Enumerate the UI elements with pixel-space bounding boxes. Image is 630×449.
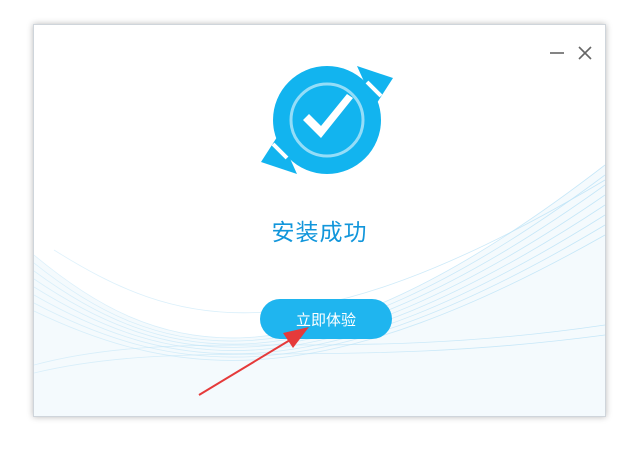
installer-window: 安装成功 立即体验 [33,24,606,417]
close-button[interactable] [575,43,595,63]
minimize-button[interactable] [547,43,567,63]
checkmark-refresh-icon [261,66,393,174]
window-controls [547,43,595,63]
install-success-title: 安装成功 [271,220,368,246]
experience-now-button[interactable]: 立即体验 [260,299,392,339]
minimize-icon [550,52,564,54]
close-icon [578,46,592,60]
